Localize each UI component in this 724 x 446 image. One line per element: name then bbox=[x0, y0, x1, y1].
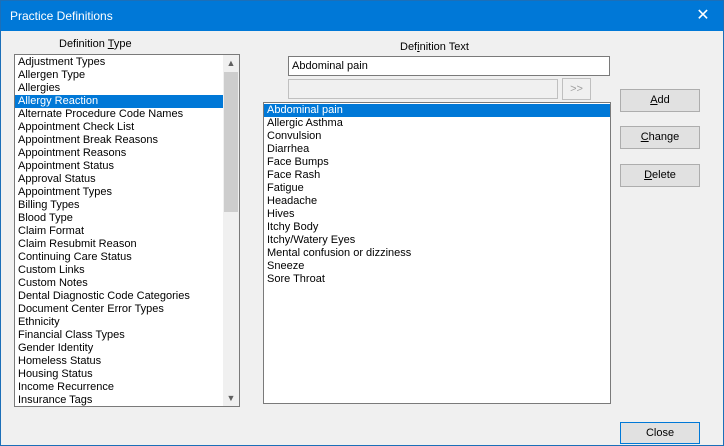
definition-type-item[interactable]: Housing Status bbox=[15, 368, 239, 381]
definition-type-item[interactable]: Claim Format bbox=[15, 225, 239, 238]
definition-type-label-pre: Definition bbox=[59, 38, 108, 50]
definition-type-item[interactable]: Custom Notes bbox=[15, 277, 239, 290]
definition-type-item[interactable]: Appointment Check List bbox=[15, 121, 239, 134]
definition-item[interactable]: Face Bumps bbox=[264, 156, 610, 169]
definition-type-item[interactable]: Financial Class Types bbox=[15, 329, 239, 342]
definition-type-label-post: ype bbox=[113, 38, 132, 50]
definition-type-item[interactable]: Appointment Status bbox=[15, 160, 239, 173]
definition-item[interactable]: Hives bbox=[264, 208, 610, 221]
definitions-list[interactable]: Abdominal pain Allergic Asthma Convulsion D… bbox=[263, 102, 611, 404]
definition-type-item[interactable]: Billing Types bbox=[15, 199, 239, 212]
delete-button[interactable]: Delete bbox=[620, 164, 700, 187]
definition-item[interactable]: Face Rash bbox=[264, 169, 610, 182]
definition-text-label: Definition Text bbox=[400, 41, 469, 53]
add-button-accel: A bbox=[650, 94, 658, 106]
definition-type-items: Adjustment Types Allergen Type Allergies Al… bbox=[15, 55, 239, 406]
definition-type-item[interactable]: Gender Identity bbox=[15, 342, 239, 355]
definition-item[interactable]: Sore Throat bbox=[264, 273, 610, 286]
definition-type-item[interactable]: Alternate Procedure Code Names bbox=[15, 108, 239, 121]
definition-type-item[interactable]: Dental Diagnostic Code Categories bbox=[15, 290, 239, 303]
definition-type-item[interactable]: Allergy Reaction bbox=[15, 95, 239, 108]
scroll-up-icon[interactable]: ▲ bbox=[223, 55, 239, 71]
definition-item[interactable]: Mental confusion or dizziness bbox=[264, 247, 610, 260]
title-bar: Practice Definitions ✕ bbox=[1, 1, 723, 31]
change-button-accel: C bbox=[640, 131, 649, 143]
definition-item[interactable]: Itchy/Watery Eyes bbox=[264, 234, 610, 247]
window-title: Practice Definitions bbox=[10, 9, 113, 23]
change-button[interactable]: Change bbox=[620, 126, 700, 149]
definition-type-item[interactable]: Claim Resubmit Reason bbox=[15, 238, 239, 251]
definition-item[interactable]: Allergic Asthma bbox=[264, 117, 610, 130]
definition-type-item[interactable]: Custom Links bbox=[15, 264, 239, 277]
scroll-thumb[interactable] bbox=[224, 72, 238, 212]
definition-item[interactable]: Itchy Body bbox=[264, 221, 610, 234]
scroll-down-icon[interactable]: ▼ bbox=[223, 390, 239, 406]
definition-type-item[interactable]: Continuing Care Status bbox=[15, 251, 239, 264]
close-button[interactable]: Close bbox=[620, 422, 700, 444]
secondary-field bbox=[288, 79, 558, 99]
definition-item[interactable]: Sneeze bbox=[264, 260, 610, 273]
delete-button-rest: elete bbox=[652, 169, 676, 181]
definition-item[interactable]: Diarrhea bbox=[264, 143, 610, 156]
close-window-icon[interactable]: ✕ bbox=[691, 6, 715, 26]
definition-type-item[interactable]: Homeless Status bbox=[15, 355, 239, 368]
definition-type-item[interactable]: Blood Type bbox=[15, 212, 239, 225]
definition-type-item[interactable]: Appointment Types bbox=[15, 186, 239, 199]
move-button[interactable]: >> bbox=[562, 78, 591, 100]
definition-type-item[interactable]: Allergen Type bbox=[15, 69, 239, 82]
definition-type-item[interactable]: Ethnicity bbox=[15, 316, 239, 329]
definitions-items: Abdominal pain Allergic Asthma Convulsion D… bbox=[264, 103, 610, 286]
definition-type-item[interactable]: Approval Status bbox=[15, 173, 239, 186]
definition-text-input[interactable]: Abdominal pain bbox=[288, 56, 610, 76]
definition-type-item[interactable]: Allergies bbox=[15, 82, 239, 95]
definition-type-item[interactable]: Appointment Break Reasons bbox=[15, 134, 239, 147]
definition-type-label: Definition Type bbox=[59, 38, 132, 50]
definition-item[interactable]: Convulsion bbox=[264, 130, 610, 143]
delete-button-accel: D bbox=[644, 169, 653, 181]
definition-text-label-post: nition Text bbox=[419, 41, 469, 53]
definition-type-scrollbar[interactable]: ▲ ▼ bbox=[223, 55, 239, 406]
definition-item[interactable]: Headache bbox=[264, 195, 610, 208]
definition-text-label-pre: Def bbox=[400, 41, 418, 53]
add-button-rest: dd bbox=[657, 94, 670, 106]
practice-definitions-window: Practice Definitions ✕ Definition Type A… bbox=[0, 0, 724, 446]
definition-type-item[interactable]: Income Recurrence bbox=[15, 381, 239, 394]
definition-item[interactable]: Abdominal pain bbox=[264, 104, 610, 117]
definition-item[interactable]: Fatigue bbox=[264, 182, 610, 195]
definition-type-list[interactable]: Adjustment Types Allergen Type Allergies Al… bbox=[14, 54, 240, 407]
add-button[interactable]: Add bbox=[620, 89, 700, 112]
change-button-rest: hange bbox=[648, 131, 680, 143]
definition-type-item[interactable]: Insurance Tags bbox=[15, 394, 239, 406]
definition-type-item[interactable]: Adjustment Types bbox=[15, 56, 239, 69]
definition-type-item[interactable]: Appointment Reasons bbox=[15, 147, 239, 160]
definition-type-item[interactable]: Document Center Error Types bbox=[15, 303, 239, 316]
